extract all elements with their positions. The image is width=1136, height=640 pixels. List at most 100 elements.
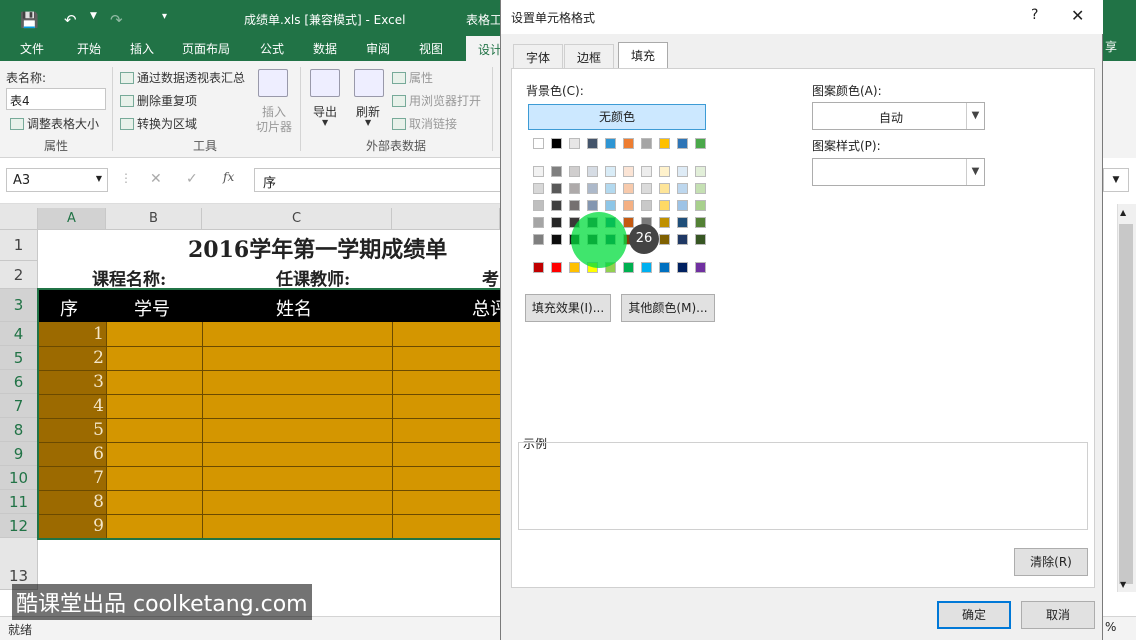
color-swatch[interactable]	[533, 138, 544, 149]
color-swatch[interactable]	[569, 138, 580, 149]
color-swatch[interactable]	[551, 217, 562, 228]
row-header[interactable]: 2	[0, 261, 38, 289]
no-color-button[interactable]: 无颜色	[528, 104, 706, 130]
chevron-down-icon[interactable]: ▼	[966, 103, 984, 129]
color-swatch[interactable]	[551, 166, 562, 177]
row-header[interactable]: 9	[0, 442, 38, 466]
row-header[interactable]: 1	[0, 230, 38, 261]
color-swatch[interactable]	[695, 138, 706, 149]
color-swatch[interactable]	[677, 183, 688, 194]
color-swatch[interactable]	[641, 138, 652, 149]
color-swatch[interactable]	[551, 138, 562, 149]
color-swatch[interactable]	[659, 166, 670, 177]
refresh-dropdown-icon[interactable]: ▼	[365, 118, 371, 127]
color-swatch[interactable]	[605, 200, 616, 211]
column-header-d[interactable]	[392, 208, 500, 230]
row-header[interactable]: 13	[0, 538, 38, 590]
insert-slicer-label-2[interactable]: 切片器	[256, 118, 292, 135]
remove-duplicates-button[interactable]: 删除重复项	[120, 92, 197, 109]
color-swatch[interactable]	[659, 234, 670, 245]
tab-file[interactable]: 文件	[20, 40, 44, 57]
row-header[interactable]: 6	[0, 370, 38, 394]
color-swatch[interactable]	[659, 262, 670, 273]
close-button[interactable]: ✕	[1071, 6, 1084, 25]
more-colors-button[interactable]: 其他颜色(M)...	[621, 294, 715, 322]
color-swatch[interactable]	[623, 138, 634, 149]
row-header[interactable]: 11	[0, 490, 38, 514]
row-header[interactable]: 12	[0, 514, 38, 538]
color-swatch[interactable]	[623, 262, 634, 273]
color-swatch[interactable]	[623, 217, 634, 228]
color-swatch[interactable]	[587, 166, 598, 177]
column-header-a[interactable]: A	[38, 208, 106, 230]
color-swatch[interactable]	[569, 262, 580, 273]
scroll-up-icon[interactable]: ▲	[1120, 208, 1126, 217]
undo-dropdown-icon[interactable]: ▼	[90, 11, 97, 21]
tab-home[interactable]: 开始	[77, 40, 101, 57]
tab-data[interactable]: 数据	[313, 40, 337, 57]
cancel-button[interactable]: 取消	[1021, 601, 1095, 629]
open-in-browser-button[interactable]: 用浏览器打开	[392, 92, 481, 109]
cancel-icon[interactable]: ✕	[150, 171, 162, 187]
pivot-summary-button[interactable]: 通过数据透视表汇总	[120, 69, 245, 86]
scroll-thumb[interactable]	[1119, 224, 1133, 584]
color-swatch[interactable]	[551, 262, 562, 273]
clear-button[interactable]: 清除(R)	[1014, 548, 1088, 576]
row-header[interactable]: 3	[0, 289, 38, 322]
tab-view[interactable]: 视图	[419, 40, 443, 57]
tab-border[interactable]: 边框	[564, 44, 615, 68]
color-swatch[interactable]	[677, 217, 688, 228]
tab-formulas[interactable]: 公式	[260, 40, 284, 57]
color-swatch[interactable]	[695, 183, 706, 194]
color-swatch[interactable]	[659, 183, 670, 194]
tab-page-layout[interactable]: 页面布局	[182, 40, 230, 57]
color-swatch[interactable]	[605, 138, 616, 149]
color-swatch[interactable]	[569, 183, 580, 194]
undo-icon[interactable]: ↶	[64, 11, 77, 29]
formula-expand-icon[interactable]: ▼	[1103, 168, 1129, 192]
color-swatch[interactable]	[587, 183, 598, 194]
chevron-down-icon[interactable]: ▼	[966, 159, 984, 185]
zoom-percent[interactable]: %	[1105, 620, 1116, 634]
column-header-c[interactable]: C	[202, 208, 392, 230]
row-header[interactable]: 8	[0, 418, 38, 442]
color-swatch[interactable]	[551, 183, 562, 194]
color-swatch[interactable]	[641, 183, 652, 194]
color-swatch[interactable]	[533, 183, 544, 194]
row-header[interactable]: 4	[0, 322, 38, 346]
row-header[interactable]: 5	[0, 346, 38, 370]
color-swatch[interactable]	[533, 234, 544, 245]
name-box[interactable]: A3 ▼	[6, 168, 108, 192]
table-name-input[interactable]: 表4	[6, 88, 106, 110]
pattern-style-select[interactable]: ▼	[812, 158, 985, 186]
color-swatch[interactable]	[677, 166, 688, 177]
color-swatch[interactable]	[677, 234, 688, 245]
formula-input[interactable]: 序	[254, 168, 504, 192]
color-swatch[interactable]	[533, 200, 544, 211]
tab-review[interactable]: 审阅	[366, 40, 390, 57]
convert-to-range-button[interactable]: 转换为区域	[120, 115, 197, 132]
tab-fill[interactable]: 填充	[618, 42, 669, 69]
scroll-down-icon[interactable]: ▼	[1120, 580, 1126, 589]
color-swatch[interactable]	[569, 200, 580, 211]
color-swatch[interactable]	[569, 166, 580, 177]
quick-access-menu-icon[interactable]: ▾	[162, 11, 167, 22]
color-swatch[interactable]	[587, 200, 598, 211]
color-swatch[interactable]	[533, 166, 544, 177]
color-swatch[interactable]	[695, 234, 706, 245]
color-swatch[interactable]	[533, 217, 544, 228]
color-swatch[interactable]	[659, 217, 670, 228]
help-button[interactable]: ?	[1031, 7, 1038, 23]
color-swatch[interactable]	[623, 166, 634, 177]
tab-insert[interactable]: 插入	[130, 40, 154, 57]
worksheet-grid[interactable]: A B C 1 2 3 4 5 6 7 8 9 10 11 12 13 2016…	[0, 204, 501, 616]
color-swatch[interactable]	[659, 200, 670, 211]
color-swatch[interactable]	[695, 200, 706, 211]
fill-effects-button[interactable]: 填充效果(I)...	[525, 294, 611, 322]
resize-table-button[interactable]: 调整表格大小	[10, 115, 99, 132]
color-swatch[interactable]	[695, 217, 706, 228]
color-swatch[interactable]	[551, 234, 562, 245]
row-header[interactable]: 7	[0, 394, 38, 418]
color-swatch[interactable]	[677, 200, 688, 211]
tab-font[interactable]: 字体	[513, 44, 564, 68]
